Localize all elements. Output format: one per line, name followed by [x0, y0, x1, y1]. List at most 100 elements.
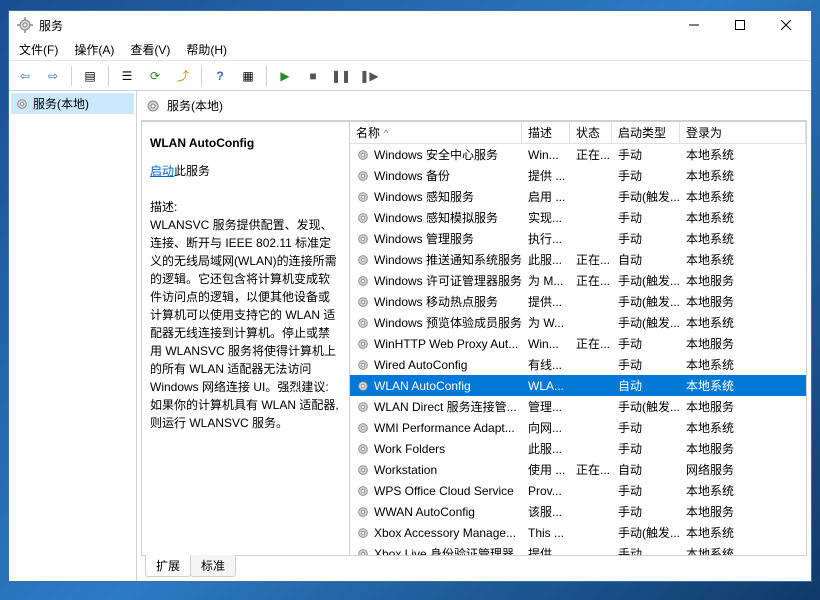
cell-name: WPS Office Cloud Service	[350, 482, 522, 500]
cell-status	[570, 447, 612, 451]
cell-name: Windows 管理服务	[350, 228, 522, 249]
toolbar-separator	[201, 66, 202, 86]
cell-logon-as: 本地服务	[680, 501, 806, 522]
cell-status	[570, 405, 612, 409]
cell-name: Windows 安全中心服务	[350, 144, 522, 165]
back-button[interactable]: ⇦	[13, 64, 37, 88]
tree-item-services-local[interactable]: 服务(本地)	[11, 93, 134, 114]
description-label: 描述:	[150, 198, 341, 216]
cell-name: WLAN Direct 服务连接管...	[350, 396, 522, 417]
cell-description: 执行...	[522, 228, 570, 249]
menu-view[interactable]: 查看(V)	[124, 39, 176, 60]
app-icon	[17, 17, 33, 33]
cell-description: This ...	[522, 524, 570, 542]
tab-extended[interactable]: 扩展	[145, 555, 191, 577]
service-row[interactable]: Windows 备份提供 ...手动本地系统	[350, 165, 806, 186]
toolbar: ⇦ ⇨ ▤ ☰ ⟳ ⤴ ? ▦ ▶ ■ ❚❚ ❚▶	[9, 61, 811, 91]
refresh-button[interactable]: ⟳	[143, 64, 167, 88]
services-list: 名称^ 描述 状态 启动类型 登录为 Windows 安全中心服务Win...正…	[350, 122, 806, 555]
cell-startup-type: 手动	[612, 501, 680, 522]
menu-file[interactable]: 文件(F)	[13, 39, 64, 60]
properties-button[interactable]: ☰	[115, 64, 139, 88]
column-startup-type[interactable]: 启动类型	[612, 122, 680, 143]
toolbar-separator	[71, 66, 72, 86]
service-row[interactable]: Xbox Live 身份验证管理器提供 ...手动本地系统	[350, 543, 806, 555]
service-row[interactable]: Workstation使用 ...正在...自动网络服务	[350, 459, 806, 480]
menu-action[interactable]: 操作(A)	[68, 39, 120, 60]
export-list-button[interactable]: ⤴	[171, 64, 195, 88]
start-service-link[interactable]: 启动	[150, 164, 174, 178]
cell-startup-type: 手动	[612, 228, 680, 249]
cell-name: Xbox Live 身份验证管理器	[350, 543, 522, 555]
cell-status	[570, 237, 612, 241]
service-row[interactable]: Windows 感知模拟服务实现...手动本地系统	[350, 207, 806, 228]
column-description[interactable]: 描述	[522, 122, 570, 143]
service-row[interactable]: WLAN Direct 服务连接管...管理...手动(触发...本地服务	[350, 396, 806, 417]
cell-name: WLAN AutoConfig	[350, 377, 522, 395]
cell-status	[570, 216, 612, 220]
pause-service-button[interactable]: ❚❚	[329, 64, 353, 88]
minimize-button[interactable]	[671, 11, 717, 39]
service-row[interactable]: WMI Performance Adapt...向网...手动本地系统	[350, 417, 806, 438]
cell-logon-as: 本地服务	[680, 333, 806, 354]
extra-button[interactable]: ▦	[236, 64, 260, 88]
toolbar-separator	[266, 66, 267, 86]
column-status[interactable]: 状态	[570, 122, 612, 143]
service-row[interactable]: Work Folders此服...手动本地服务	[350, 438, 806, 459]
cell-name: WMI Performance Adapt...	[350, 419, 522, 437]
service-row[interactable]: WLAN AutoConfigWLA...自动本地系统	[350, 375, 806, 396]
tabs: 扩展 标准	[141, 555, 807, 577]
cell-startup-type: 手动	[612, 207, 680, 228]
services-window: 服务 文件(F) 操作(A) 查看(V) 帮助(H) ⇦ ⇨ ▤ ☰ ⟳ ⤴ ?…	[8, 10, 812, 582]
cell-logon-as: 本地服务	[680, 438, 806, 459]
column-logon-as[interactable]: 登录为	[680, 122, 806, 143]
cell-startup-type: 手动	[612, 543, 680, 555]
cell-startup-type: 手动(触发...	[612, 312, 680, 333]
cell-startup-type: 手动(触发...	[612, 522, 680, 543]
maximize-button[interactable]	[717, 11, 763, 39]
description-panel: WLAN AutoConfig 启动此服务 描述: WLANSVC 服务提供配置…	[142, 122, 350, 555]
cell-logon-as: 本地系统	[680, 249, 806, 270]
cell-name: Windows 备份	[350, 165, 522, 186]
forward-button[interactable]: ⇨	[41, 64, 65, 88]
cell-name: Windows 预览体验成员服务	[350, 312, 522, 333]
cell-startup-type: 手动	[612, 480, 680, 501]
cell-logon-as: 本地系统	[680, 417, 806, 438]
service-row[interactable]: WPS Office Cloud ServiceProv...手动本地系统	[350, 480, 806, 501]
service-row[interactable]: WinHTTP Web Proxy Aut...Win...正在...手动本地服…	[350, 333, 806, 354]
cell-name: Workstation	[350, 461, 522, 479]
service-row[interactable]: Windows 推送通知系统服务此服...正在...自动本地系统	[350, 249, 806, 270]
restart-service-button[interactable]: ❚▶	[357, 64, 381, 88]
list-rows[interactable]: Windows 安全中心服务Win...正在...手动本地系统Windows 备…	[350, 144, 806, 555]
cell-logon-as: 本地系统	[680, 480, 806, 501]
menu-help[interactable]: 帮助(H)	[180, 39, 233, 60]
cell-name: Windows 推送通知系统服务	[350, 249, 522, 270]
list-header: 名称^ 描述 状态 启动类型 登录为	[350, 122, 806, 144]
cell-startup-type: 手动	[612, 417, 680, 438]
start-service-button[interactable]: ▶	[273, 64, 297, 88]
cell-status	[570, 174, 612, 178]
cell-description: 为 M...	[522, 270, 570, 291]
service-row[interactable]: Windows 管理服务执行...手动本地系统	[350, 228, 806, 249]
detail-header-label: 服务(本地)	[167, 97, 223, 114]
service-row[interactable]: Windows 移动热点服务提供...手动(触发...本地服务	[350, 291, 806, 312]
service-row[interactable]: Windows 许可证管理器服务为 M...正在...手动(触发...本地服务	[350, 270, 806, 291]
cell-startup-type: 手动(触发...	[612, 186, 680, 207]
detail-header: 服务(本地)	[141, 95, 807, 121]
service-row[interactable]: WWAN AutoConfig该服...手动本地服务	[350, 501, 806, 522]
help-button[interactable]: ?	[208, 64, 232, 88]
show-hide-tree-button[interactable]: ▤	[78, 64, 102, 88]
column-name[interactable]: 名称^	[350, 122, 522, 143]
stop-service-button[interactable]: ■	[301, 64, 325, 88]
cell-status	[570, 531, 612, 535]
close-button[interactable]	[763, 11, 809, 39]
cell-description: 启用 ...	[522, 186, 570, 207]
service-row[interactable]: Windows 感知服务启用 ...手动(触发...本地系统	[350, 186, 806, 207]
tab-standard[interactable]: 标准	[190, 555, 236, 577]
cell-name: Windows 感知服务	[350, 186, 522, 207]
service-row[interactable]: Windows 预览体验成员服务为 W...手动(触发...本地系统	[350, 312, 806, 333]
service-row[interactable]: Xbox Accessory Manage...This ...手动(触发...…	[350, 522, 806, 543]
cell-startup-type: 手动	[612, 144, 680, 165]
service-row[interactable]: Wired AutoConfig有线...手动本地系统	[350, 354, 806, 375]
service-row[interactable]: Windows 安全中心服务Win...正在...手动本地系统	[350, 144, 806, 165]
